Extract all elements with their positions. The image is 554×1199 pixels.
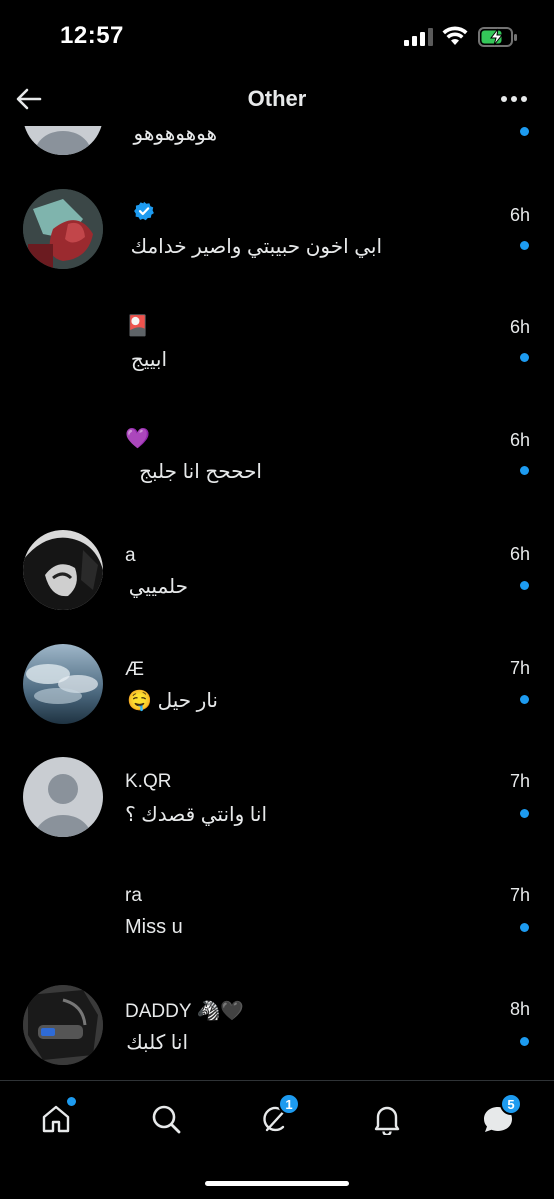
conversation-time: 6h [509,205,530,225]
status-time: 12:57 [60,22,124,49]
bottom-nav: 1 5 [0,1080,554,1199]
nav-messages[interactable]: 5 [476,1093,522,1141]
unread-dot [520,581,529,590]
conversation-time: 6h [509,544,530,564]
conversation-message: ابييج [130,349,167,371]
notification-badge: 1 [278,1093,300,1115]
conversation-time: 7h [509,771,530,791]
conversation-row[interactable]: 6h ابي اخون حبيبتي واصير خدامك [0,175,554,289]
avatar [23,757,103,837]
conversation-time: 8h [509,999,530,1019]
header: Other [0,72,554,126]
unread-dot [520,809,529,818]
conversation-message: احححح انا جلبج [139,461,262,483]
home-icon [42,1105,70,1133]
conversation-time: 7h [509,658,530,678]
conversation-time: 7h [509,885,530,905]
nav-home[interactable] [34,1097,78,1141]
conversation-message: Miss u [125,916,183,938]
conversation-name: 🎴 [125,315,150,337]
avatar [23,985,103,1065]
conversation-name: K.QR [125,771,172,792]
status-bar: 12:57 [0,0,554,72]
avatar [23,530,103,610]
page-title: Other [247,86,307,111]
conversation-time: 6h [509,430,530,450]
conversation-row[interactable]: Æ 7h نار حيل 🤤 [0,631,554,745]
verified-badge-icon [134,201,154,221]
nav-grok[interactable]: 1 [254,1093,300,1141]
nav-notifications[interactable] [365,1097,409,1141]
conversation-message: حلمييي [128,576,188,598]
conversation-name: a [125,545,136,566]
conversation-message: ابي اخون حبيبتي واصير خدامك [130,236,382,258]
unread-dot [520,695,529,704]
conversation-row[interactable]: a 6h حلمييي [0,517,554,631]
more-horizontal-icon [501,96,527,102]
battery-charging-icon [478,27,517,47]
notification-badge: 5 [500,1093,522,1115]
notification-dot [67,1097,76,1106]
conversation-row[interactable]: هوهوهوهو [0,126,554,175]
conversation-row[interactable]: ra 7h Miss u [0,859,554,973]
bell-icon [374,1106,400,1135]
conversation-name: 💜 [125,428,150,450]
unread-dot [520,923,529,932]
unread-dot [520,241,529,250]
avatar [23,189,103,269]
avatar [23,126,103,155]
conversation-message: انا كلبك [126,1032,188,1054]
avatar [23,644,103,724]
conversation-message: نار حيل 🤤 [127,690,218,712]
conversation-list: هوهوهوهو 6h ابي اخون حبيبتي واصير خدامك … [0,126,554,1080]
unread-dot [520,127,529,136]
search-icon [152,1105,181,1134]
unread-dot [520,1037,529,1046]
home-indicator [205,1181,349,1186]
conversation-row[interactable]: 💜 6h احححح انا جلبج [0,403,554,517]
conversation-row[interactable]: K.QR 7h انا وانتي قصدك ؟ [0,745,554,859]
nav-search[interactable] [144,1097,188,1141]
conversation-time: 6h [509,317,530,337]
unread-dot [520,353,529,362]
conversation-row[interactable]: 🎴 6h ابييج [0,289,554,403]
unread-dot [520,466,529,475]
conversation-message: انا وانتي قصدك ؟ [125,804,267,826]
conversation-name: ra [125,885,142,906]
wifi-icon [442,26,468,45]
conversation-name: DADDY 🦓🖤 [125,1001,244,1022]
conversation-message: هوهوهوهو [133,126,217,145]
conversation-row[interactable]: DADDY 🦓🖤 8h انا كلبك [0,973,554,1080]
conversation-name: Æ [125,659,144,680]
cellular-signal-icon [404,28,433,46]
more-options-button[interactable] [494,84,534,114]
